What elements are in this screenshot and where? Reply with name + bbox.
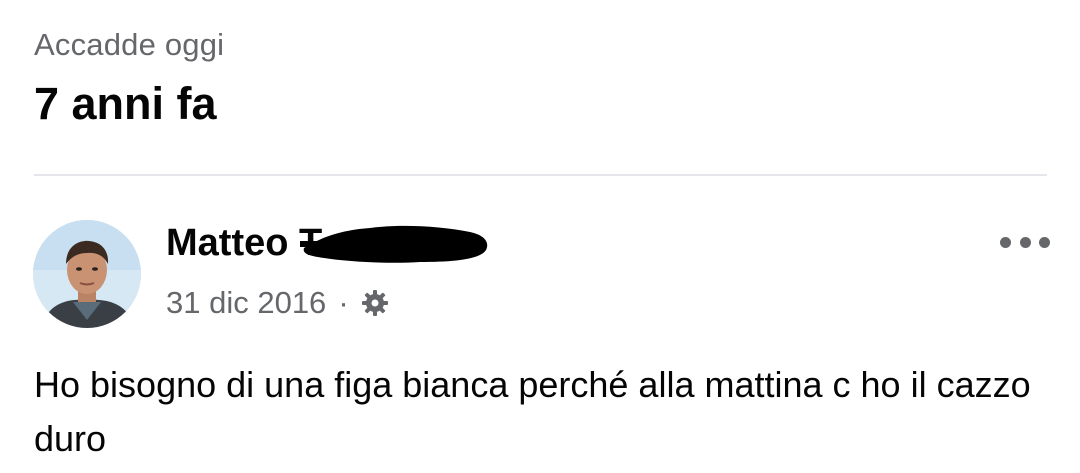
post-meta: 31 dic 2016 ·	[166, 285, 391, 321]
divider	[34, 174, 1047, 176]
redaction-scribble	[300, 225, 488, 263]
post-date[interactable]: 31 dic 2016	[166, 285, 326, 321]
more-dot	[1019, 236, 1031, 248]
more-horizontal-icon	[1000, 236, 1011, 248]
memory-card: Accadde oggi 7 anni fa Matteo T 31 dic 2…	[0, 0, 1080, 473]
more-options-button[interactable]	[1000, 230, 1050, 254]
meta-separator: ·	[338, 285, 349, 320]
gear-icon[interactable]	[359, 287, 391, 319]
post-text: Ho bisogno di una figa bianca perché all…	[34, 364, 1031, 459]
author-avatar[interactable]	[33, 220, 141, 328]
memory-title: 7 anni fa	[34, 78, 217, 129]
more-dot	[1039, 236, 1050, 248]
author-name[interactable]: Matteo T	[166, 222, 322, 265]
memory-kicker: Accadde oggi	[34, 27, 225, 62]
avatar-photo	[33, 220, 141, 328]
